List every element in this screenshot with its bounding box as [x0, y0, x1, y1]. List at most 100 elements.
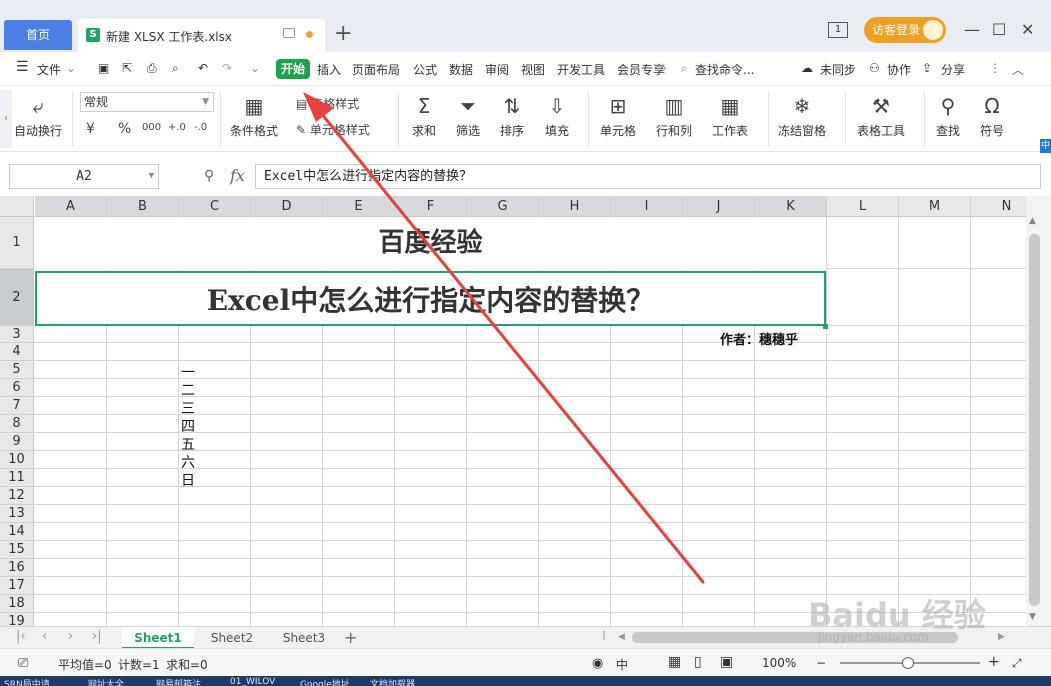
collab-button[interactable]: 协作	[887, 61, 911, 78]
input-language[interactable]: 中	[616, 656, 628, 673]
merged-cell-a2-k2[interactable]: Excel中怎么进行指定内容的替换？	[35, 271, 826, 326]
fill-handle[interactable]	[823, 324, 828, 329]
prev-sheet-icon[interactable]: ‹	[42, 629, 47, 644]
minimize-button[interactable]: —	[964, 20, 980, 39]
sheet-tab-3[interactable]: Sheet3	[270, 627, 338, 649]
zoom-out-icon[interactable]: −	[816, 656, 826, 670]
unsynced-button[interactable]: 未同步	[820, 61, 856, 78]
split-handle-icon[interactable]: ⁞	[602, 629, 606, 644]
save-icon[interactable]: ▣	[98, 61, 109, 75]
quick-access-dropdown-icon[interactable]: ⌄	[250, 61, 260, 75]
scroll-down-icon[interactable]: ▼	[1029, 612, 1036, 622]
column-header-i[interactable]: I	[611, 196, 683, 217]
menu-tab-member[interactable]: 会员专享	[617, 61, 665, 78]
monitor-icon[interactable]	[283, 28, 295, 38]
undo-icon[interactable]: ↶	[198, 61, 208, 75]
sort-button[interactable]: ⇅ 排序	[500, 94, 524, 139]
guest-login-button[interactable]: 访客登录	[864, 17, 946, 43]
merged-cell-a1-k1[interactable]: 百度经验	[35, 218, 826, 269]
cell-c5[interactable]: 一	[181, 364, 195, 382]
author-cell[interactable]: 作者：穗穗乎	[720, 329, 798, 348]
hamburger-icon[interactable]: ☰	[16, 59, 29, 75]
menu-tab-review[interactable]: 审阅	[485, 61, 509, 78]
redo-icon[interactable]: ↷	[222, 61, 232, 75]
chevron-down-icon[interactable]: ⌄	[66, 61, 76, 75]
column-header-a[interactable]: A	[35, 196, 107, 217]
add-sheet-button[interactable]: +	[344, 627, 357, 649]
column-header-e[interactable]: E	[323, 196, 395, 217]
rows-cols-button[interactable]: ▥ 行和列	[656, 94, 692, 139]
column-header-b[interactable]: B	[107, 196, 179, 217]
taskbar-item[interactable]: 文档加载器	[370, 677, 415, 686]
zoom-level[interactable]: 100%	[762, 656, 796, 670]
cell-c9[interactable]: 五	[181, 436, 195, 454]
column-header-m[interactable]: M	[899, 196, 971, 217]
column-header-d[interactable]: D	[251, 196, 323, 217]
scroll-right-icon[interactable]: ▶	[998, 632, 1005, 642]
side-panel-tab[interactable]: 中	[1040, 139, 1051, 153]
row-header-5[interactable]: 5	[0, 361, 34, 379]
row-header-16[interactable]: 16	[0, 559, 34, 577]
scroll-left-icon[interactable]: ◀	[618, 632, 625, 642]
menu-tab-formulas[interactable]: 公式	[413, 61, 437, 78]
row-header-13[interactable]: 13	[0, 505, 34, 523]
fullscreen-icon[interactable]: ⤢	[1012, 656, 1022, 671]
cell-c7[interactable]: 三	[181, 400, 195, 418]
taskbar-item[interactable]: 01_WILOV	[230, 677, 275, 686]
normal-view-icon[interactable]: ▦	[668, 654, 681, 670]
zoom-in-icon[interactable]: +	[988, 654, 1000, 670]
print-preview-icon[interactable]: ⌕	[172, 61, 179, 76]
column-header-f[interactable]: F	[395, 196, 467, 217]
name-box[interactable]: A2 ▼	[9, 164, 159, 189]
print-icon[interactable]: ⎙	[147, 61, 157, 76]
cell-c8[interactable]: 四	[181, 418, 195, 436]
first-sheet-icon[interactable]: |‹	[16, 629, 26, 644]
row-header-17[interactable]: 17	[0, 577, 34, 595]
tab-home[interactable]: 首页	[4, 20, 72, 50]
share-button[interactable]: 分享	[941, 61, 965, 78]
freeze-panes-button[interactable]: ❄ 冻结窗格	[778, 94, 826, 139]
next-sheet-icon[interactable]: ›	[68, 629, 73, 644]
row-header-10[interactable]: 10	[0, 451, 34, 469]
spreadsheet-grid[interactable]: ABCDEFGHIJKLMN 1 2 3 4 5 6 7 8 9 10 11 12 13 14 15 16 17…	[0, 196, 1026, 626]
column-header-h[interactable]: H	[539, 196, 611, 217]
row-header-14[interactable]: 14	[0, 523, 34, 541]
column-header-g[interactable]: G	[467, 196, 539, 217]
vertical-scroll-thumb[interactable]	[1029, 234, 1040, 606]
worksheet-button[interactable]: ▦ 工作表	[712, 94, 748, 139]
cell-c11[interactable]: 日	[181, 472, 195, 490]
row-header-3[interactable]: 3	[0, 326, 34, 343]
sheet-tab-2[interactable]: Sheet2	[198, 627, 266, 649]
row-header-4[interactable]: 4	[0, 343, 34, 361]
sheet-tab-1[interactable]: Sheet1	[122, 627, 194, 649]
fx-icon[interactable]: fx	[230, 166, 245, 185]
tab-document[interactable]: S 新建 XLSX 工作表.xlsx	[78, 19, 325, 52]
macro-icon[interactable]: ⎚	[18, 656, 28, 671]
currency-button[interactable]: ¥	[86, 121, 95, 137]
decrease-decimal-button[interactable]: -.0	[194, 122, 207, 133]
increase-decimal-button[interactable]: +.0	[168, 122, 186, 133]
row-header-2[interactable]: 2	[0, 269, 34, 326]
column-header-n[interactable]: N	[971, 196, 1026, 217]
fill-button[interactable]: ⇩ 填充	[545, 94, 569, 139]
zoom-slider-knob[interactable]	[902, 657, 914, 669]
wrap-text-button[interactable]: ⤶ 自动换行	[14, 94, 62, 139]
row-header-7[interactable]: 7	[0, 397, 34, 415]
collapse-ribbon-icon[interactable]: ︿	[1012, 61, 1024, 78]
zoom-icon[interactable]: ⚲	[204, 168, 214, 184]
row-header-6[interactable]: 6	[0, 379, 34, 397]
row-header-11[interactable]: 11	[0, 469, 34, 487]
row-header-19[interactable]: 19	[0, 613, 34, 626]
column-header-k[interactable]: K	[755, 196, 827, 217]
new-tab-button[interactable]: +	[334, 22, 352, 46]
eye-icon[interactable]: ◉	[592, 656, 603, 671]
select-all-corner[interactable]	[0, 196, 34, 217]
row-header-1[interactable]: 1	[0, 217, 34, 269]
symbol-button[interactable]: Ω 符号	[980, 94, 1004, 139]
menu-tab-insert[interactable]: 插入	[317, 61, 341, 78]
cell-c10[interactable]: 六	[181, 454, 195, 472]
window-count-icon[interactable]: 1	[828, 22, 848, 38]
menu-tab-data[interactable]: 数据	[449, 61, 473, 78]
column-header-j[interactable]: J	[683, 196, 755, 217]
table-tools-button[interactable]: ⚒ 表格工具	[857, 94, 905, 139]
